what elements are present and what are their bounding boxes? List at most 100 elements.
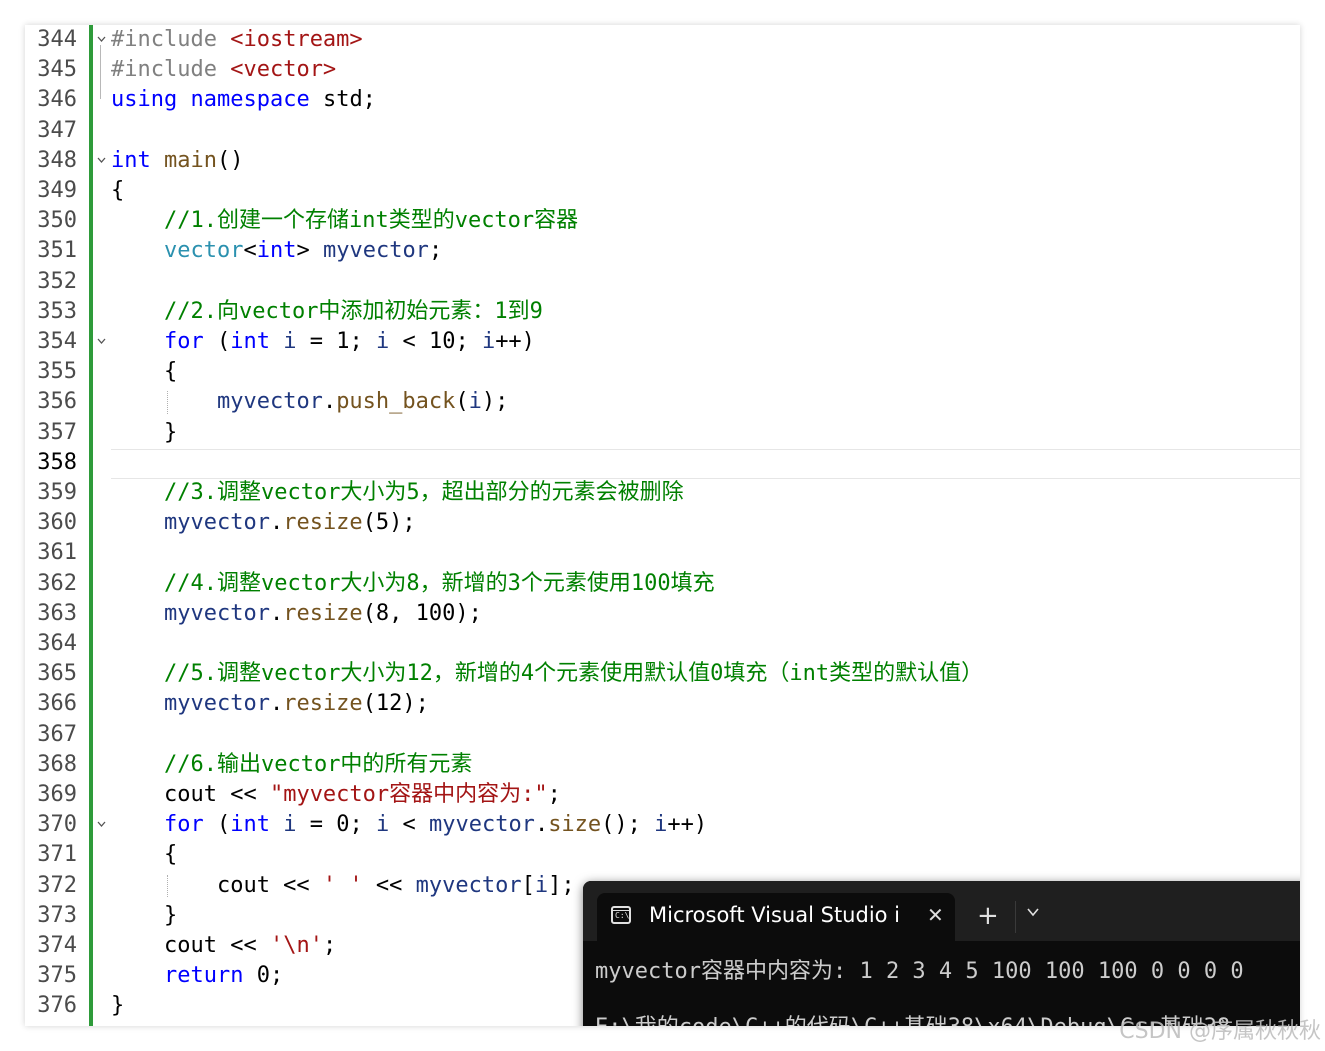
code-token: #include bbox=[111, 27, 231, 52]
fold-chevron-icon[interactable] bbox=[96, 153, 106, 167]
code-token: . bbox=[322, 389, 337, 415]
code-editor[interactable]: 344 345 346 347 348 349 350 351 352 353 354 355 356 3… bbox=[25, 25, 1300, 1026]
code-token: i bbox=[375, 812, 390, 838]
code-line[interactable]: for (int i = 1; i < 10; i++) bbox=[111, 327, 535, 357]
code-line[interactable]: myvector.resize(8, 100); bbox=[111, 599, 482, 629]
code-token: . bbox=[269, 691, 284, 717]
code-token: ( bbox=[455, 389, 469, 415]
change-tracking-bar bbox=[89, 25, 93, 1026]
code-token: (12); bbox=[362, 691, 429, 717]
code-line[interactable]: cout << '\n'; bbox=[111, 931, 336, 961]
titlebar-divider bbox=[1015, 901, 1016, 933]
fold-chevron-icon[interactable] bbox=[96, 334, 106, 348]
current-line-highlight bbox=[111, 448, 1300, 479]
line-number: 364 bbox=[37, 631, 77, 656]
line-number: 360 bbox=[37, 510, 77, 536]
line-number-gutter: 344 345 346 347 348 349 350 351 352 353 354 355 356 3… bbox=[25, 25, 87, 1026]
code-line[interactable]: #include <iostream> bbox=[111, 25, 363, 55]
line-number: 367 bbox=[37, 721, 77, 747]
code-token: << bbox=[362, 872, 416, 898]
code-token: { bbox=[111, 178, 125, 203]
console-icon: C:\ bbox=[611, 906, 631, 924]
code-token: ( bbox=[203, 329, 231, 354]
line-number: 374 bbox=[37, 933, 77, 958]
code-token: size bbox=[548, 812, 602, 838]
code-line[interactable]: { bbox=[111, 357, 177, 387]
new-tab-icon[interactable]: + bbox=[977, 901, 999, 931]
code-token: ; bbox=[428, 238, 443, 264]
code-token: < 10; bbox=[389, 329, 482, 354]
code-token: using bbox=[111, 87, 178, 113]
code-token: myvector bbox=[216, 389, 323, 415]
code-line[interactable]: //4.调整vector大小为8，新增的3个元素使用100填充 bbox=[111, 569, 715, 599]
code-token: i bbox=[468, 389, 482, 415]
code-line[interactable]: //2.向vector中添加初始元素：1到9 bbox=[111, 297, 543, 327]
code-token: std; bbox=[309, 87, 376, 113]
line-number: 345 bbox=[37, 57, 77, 83]
code-line[interactable]: myvector.push_back(i); bbox=[111, 387, 508, 417]
code-token: push_back bbox=[336, 389, 456, 415]
code-token: //4.调整vector大小为8，新增的3个元素使用100填充 bbox=[163, 570, 715, 596]
terminal-window[interactable]: C:\ Microsoft Visual Studio i ✕ + myvect… bbox=[583, 881, 1300, 1026]
chevron-down-icon[interactable] bbox=[1027, 906, 1039, 918]
code-line[interactable]: myvector.resize(12); bbox=[111, 689, 429, 719]
terminal-tab[interactable]: C:\ Microsoft Visual Studio i ✕ bbox=[597, 893, 955, 941]
code-line[interactable]: #include <vector> bbox=[111, 55, 336, 85]
code-line[interactable]: //6.输出vector中的所有元素 bbox=[111, 750, 472, 780]
code-line[interactable]: } bbox=[111, 991, 124, 1021]
line-number: 349 bbox=[37, 178, 77, 203]
code-line[interactable]: //3.调整vector大小为5，超出部分的元素会被删除 bbox=[111, 478, 684, 508]
line-number: 351 bbox=[37, 238, 77, 264]
line-number: 350 bbox=[37, 208, 77, 234]
code-line[interactable]: vector<int> myvector; bbox=[111, 236, 442, 266]
close-tab-icon[interactable]: ✕ bbox=[927, 903, 944, 927]
code-token: int bbox=[230, 329, 270, 354]
code-line[interactable]: { bbox=[111, 176, 124, 206]
code-line[interactable]: } bbox=[111, 901, 177, 931]
line-number: 365 bbox=[37, 661, 77, 687]
code-token: (8, 100); bbox=[362, 600, 482, 626]
code-token: . bbox=[534, 812, 549, 838]
code-line[interactable]: //1.创建一个存储int类型的vector容器 bbox=[111, 206, 578, 236]
code-token: cout << bbox=[111, 872, 323, 898]
code-token: myvector bbox=[415, 872, 522, 898]
code-line[interactable]: //5.调整vector大小为12，新增的4个元素使用默认值0填充（int类型的… bbox=[111, 659, 983, 689]
line-number: 372 bbox=[37, 872, 77, 898]
line-number: 362 bbox=[37, 570, 77, 596]
code-line[interactable]: using namespace std; bbox=[111, 85, 376, 115]
code-line[interactable]: return 0; bbox=[111, 961, 283, 991]
code-line[interactable]: int main() bbox=[111, 146, 243, 176]
code-token: { bbox=[111, 359, 178, 385]
line-number: 363 bbox=[37, 600, 77, 626]
code-token: myvector bbox=[163, 600, 270, 626]
code-line[interactable]: for (int i = 0; i < myvector.size(); i++… bbox=[111, 810, 707, 840]
code-token: myvector bbox=[163, 510, 270, 536]
code-token: i bbox=[534, 872, 549, 898]
code-line[interactable]: myvector.resize(5); bbox=[111, 508, 416, 538]
code-line[interactable]: { bbox=[111, 840, 177, 870]
code-line[interactable]: } bbox=[111, 418, 177, 448]
code-token: i bbox=[283, 329, 297, 354]
line-number: 376 bbox=[37, 993, 77, 1019]
code-line[interactable]: cout << ' ' << myvector[i]; bbox=[111, 871, 575, 901]
line-number: 361 bbox=[37, 540, 77, 566]
line-number: 354 bbox=[37, 329, 77, 354]
code-token: //3.调整vector大小为5，超出部分的元素会被删除 bbox=[163, 480, 684, 505]
code-token: (5); bbox=[362, 510, 416, 536]
code-token: for bbox=[163, 329, 204, 354]
code-token: ); bbox=[481, 389, 509, 415]
code-line[interactable]: cout << "myvector容器中内容为:"; bbox=[111, 780, 561, 810]
fold-chevron-icon[interactable] bbox=[96, 32, 106, 46]
code-token: < bbox=[389, 812, 429, 838]
code-token: ; bbox=[322, 933, 337, 958]
fold-chevron-icon[interactable] bbox=[96, 817, 106, 831]
